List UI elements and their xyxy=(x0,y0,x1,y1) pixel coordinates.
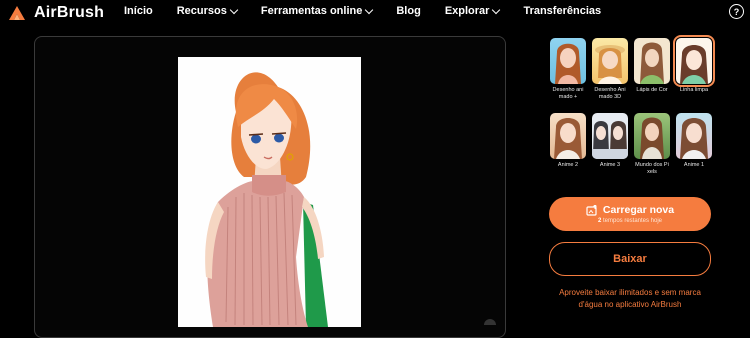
style-thumbnail xyxy=(592,38,628,84)
brand-logo[interactable]: AirBrush xyxy=(8,4,104,22)
style-thumbnail xyxy=(673,35,715,87)
style-thumbnail xyxy=(592,113,628,159)
menu-item-inicio[interactable]: Início xyxy=(124,5,153,17)
menu-item-ferramentas-online[interactable]: Ferramentas online xyxy=(261,5,374,17)
menu-item-blog[interactable]: Blog xyxy=(396,5,420,17)
menu-item-explorar[interactable]: Explorar xyxy=(445,5,501,17)
style-option-linha-limpa[interactable]: Linha limpa xyxy=(673,35,715,94)
style-option-mundo-dos-pixels[interactable]: Mundo dos Pi xels xyxy=(634,113,670,176)
scroll-indicator[interactable] xyxy=(484,319,496,325)
upload-new-button[interactable]: Carregar nova 2 tempos restantes hoje xyxy=(549,197,711,231)
result-image xyxy=(178,57,361,327)
style-thumbnail xyxy=(550,38,586,84)
chevron-down-icon xyxy=(365,5,374,14)
brand-name: AirBrush xyxy=(34,4,105,21)
top-nav: AirBrush Início Recursos Ferramentas onl… xyxy=(0,0,750,26)
style-thumbnail xyxy=(550,113,586,159)
upload-image-icon xyxy=(586,204,597,216)
chevron-down-icon xyxy=(492,5,501,14)
style-option-anime-2[interactable]: Anime 2 xyxy=(550,113,586,169)
download-button[interactable]: Baixar xyxy=(549,242,711,276)
style-thumbnail xyxy=(634,113,670,159)
airbrush-logo-icon xyxy=(9,6,25,20)
chevron-down-icon xyxy=(229,5,239,14)
help-icon[interactable]: ? xyxy=(729,4,744,19)
style-option-desenho-animado-3d[interactable]: Desenho Ani mado 3D xyxy=(592,38,628,101)
menu-item-recursos[interactable]: Recursos xyxy=(177,5,239,17)
style-thumbnail xyxy=(676,113,712,159)
app-promo-text[interactable]: Aproveite baixar ilimitados e sem marca … xyxy=(555,287,705,311)
style-option-anime-3[interactable]: Anime 3 xyxy=(592,113,628,169)
style-option-desenho-animado-plus[interactable]: Desenho ani mado + xyxy=(550,38,586,101)
menu-item-transferencias[interactable]: Transferências xyxy=(523,5,601,17)
style-thumbnail xyxy=(634,38,670,84)
main-menu: Início Recursos Ferramentas online Blog … xyxy=(124,5,625,17)
style-option-anime-1[interactable]: Anime 1 xyxy=(676,113,712,169)
remaining-uses-text: 2 tempos restantes hoje xyxy=(597,218,663,224)
style-option-lapis-de-cor[interactable]: Lápis de Cor xyxy=(634,38,670,94)
